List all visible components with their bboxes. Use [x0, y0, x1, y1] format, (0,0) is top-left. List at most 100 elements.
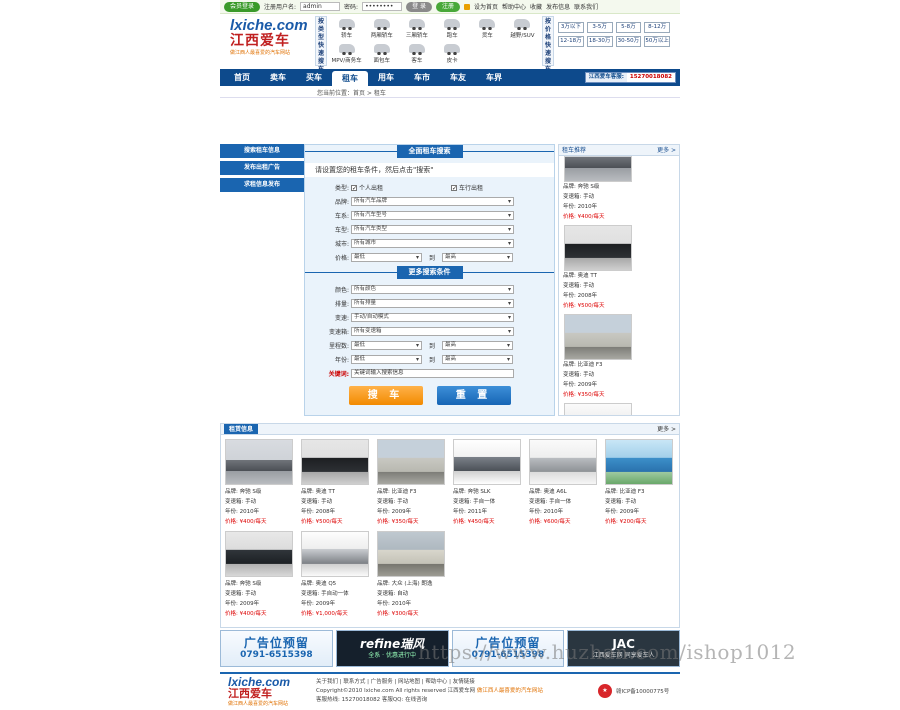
- keyword-input[interactable]: 关键词输入搜索信息: [351, 368, 514, 378]
- car-photo[interactable]: [225, 531, 293, 577]
- nav-sell[interactable]: 卖车: [260, 69, 296, 86]
- type-dealer-checkbox[interactable]: 车行出租: [451, 183, 483, 192]
- search-button[interactable]: 搜 车: [348, 386, 423, 405]
- year-to-select[interactable]: 最高: [442, 354, 513, 364]
- recommend-scroller[interactable]: 品牌: 奔驰 S级 变速箱: 手动 年份: 2010年 价格: ¥400/每天 …: [559, 145, 679, 415]
- car-type-sports[interactable]: 跑车: [435, 16, 470, 41]
- car-type-three-box[interactable]: 三厢轿车: [399, 16, 434, 41]
- mileage-from-select[interactable]: 最低: [351, 340, 422, 350]
- listing-card[interactable]: 品牌: 奥迪 Q5 变速箱: 手自动一体 年份: 2009年 价格: ¥1,00…: [301, 531, 377, 619]
- recommend-item[interactable]: 品牌: 比亚迪 F3 变速箱: 手动 年份: 2009年 价格: ¥350/每天: [563, 314, 679, 400]
- body-select[interactable]: 所有汽车类型: [351, 224, 514, 234]
- price-range-button[interactable]: 5-8万: [615, 22, 642, 33]
- transmission-row: 变速箱: 所有变速箱: [305, 324, 554, 338]
- mileage-to-select[interactable]: 最高: [442, 340, 513, 350]
- car-photo[interactable]: [377, 439, 445, 485]
- car-photo[interactable]: [453, 439, 521, 485]
- car-type-van[interactable]: 面包车: [364, 41, 399, 66]
- price-range-button[interactable]: 8-12万: [644, 22, 670, 33]
- series-select[interactable]: 所有汽车型号: [351, 210, 514, 220]
- car-type-mpv[interactable]: MPV/商务车: [329, 41, 364, 66]
- top-link-homepage[interactable]: 设为首页: [474, 2, 498, 11]
- brand-select[interactable]: 所有汽车品牌: [351, 196, 514, 206]
- price-range-button[interactable]: 12-18万: [558, 36, 584, 47]
- top-link-favorite[interactable]: 收藏: [530, 2, 542, 11]
- form-buttons: 搜 车 重 置: [305, 386, 554, 405]
- car-type-sedan[interactable]: 轿车: [329, 16, 364, 41]
- price-to-select[interactable]: 最高: [442, 252, 513, 262]
- listing-card[interactable]: 品牌: 比亚迪 F3 变速箱: 手动 年份: 2009年 价格: ¥350/每天: [377, 439, 453, 527]
- car-photo[interactable]: [564, 403, 632, 415]
- car-type-bus[interactable]: 客车: [399, 41, 434, 66]
- footer-logo[interactable]: lxiche.com 江西爱车 做江西人最喜爱的汽车网站: [220, 676, 310, 707]
- car-type-truck[interactable]: 货车: [470, 16, 505, 41]
- listing-card[interactable]: 品牌: 奔驰 SLK 变速箱: 手自一体 年份: 2011年 价格: ¥450/…: [453, 439, 529, 527]
- price-range-button[interactable]: 3万以下: [558, 22, 584, 33]
- type-option-label: 车行出租: [459, 184, 484, 192]
- item-year: 年份: 2010年: [563, 204, 598, 210]
- nav-market[interactable]: 车市: [404, 69, 440, 86]
- listing-card[interactable]: 品牌: 大众 (上海) 朗逸 变速箱: 自动 年份: 2010年 价格: ¥30…: [377, 531, 453, 619]
- top-link-publish[interactable]: 发布信息: [546, 2, 570, 11]
- recommend-item[interactable]: 品牌: 奥迪 TT 变速箱: 手动 年份: 2008年 价格: ¥500/每天: [563, 225, 679, 311]
- sidebar-item-search-rent[interactable]: 搜索租车信息: [220, 144, 304, 158]
- username-input[interactable]: admin: [300, 2, 341, 11]
- car-photo[interactable]: [564, 225, 632, 271]
- top-link-contact[interactable]: 联系我们: [574, 2, 598, 11]
- car-photo[interactable]: [605, 439, 673, 485]
- card-year: 年份: 2010年: [529, 509, 564, 515]
- price-range-button[interactable]: 18-30万: [586, 36, 613, 47]
- range-separator: 到: [428, 342, 435, 350]
- price-range-button[interactable]: 50万以上: [644, 36, 670, 47]
- nav-friends[interactable]: 车友: [440, 69, 476, 86]
- car-photo[interactable]: [529, 439, 597, 485]
- nav-use[interactable]: 用车: [368, 69, 404, 86]
- listing-card[interactable]: 品牌: 奥迪 TT 变速箱: 手动 年份: 2008年 价格: ¥500/每天: [301, 439, 377, 527]
- type-personal-checkbox[interactable]: 个人出租: [351, 183, 451, 192]
- car-photo[interactable]: [225, 439, 293, 485]
- displacement-select[interactable]: 所有排量: [351, 298, 514, 308]
- price-range-button[interactable]: 30-50万: [615, 36, 642, 47]
- car-type-hatchback[interactable]: 两厢轿车: [364, 16, 399, 41]
- car-photo[interactable]: [301, 439, 369, 485]
- footer-icp[interactable]: 赣ICP备10000775号: [616, 687, 680, 695]
- price-range-button[interactable]: 3-5万: [586, 22, 613, 33]
- register-button[interactable]: 注册: [436, 1, 461, 12]
- nav-world[interactable]: 车界: [476, 69, 512, 86]
- top-link-help[interactable]: 帮助中心: [502, 2, 526, 11]
- site-logo[interactable]: lxiche.com 江西爱车 做江西人最喜爱的汽车网站: [220, 14, 315, 68]
- password-input[interactable]: ••••••••: [362, 2, 403, 11]
- login-button[interactable]: 登 录: [406, 1, 432, 12]
- listing-grid: 品牌: 奔驰 S级 变速箱: 手动 年份: 2010年 价格: ¥400/每天 …: [221, 435, 679, 619]
- footer-links[interactable]: 关于我们 | 联系方式 | 广告服务 | 网站地图 | 帮助中心 | 友情链接: [316, 678, 598, 687]
- nav-home[interactable]: 首页: [224, 69, 260, 86]
- gearbox-select[interactable]: 手动/自动模式: [351, 312, 514, 322]
- card-gearbox: 变速箱: 手自动一体: [301, 591, 349, 597]
- listing-card[interactable]: 品牌: 奔驰 S级 变速箱: 手动 年份: 2010年 价格: ¥400/每天: [225, 439, 301, 527]
- car-type-suv[interactable]: 越野/SUV: [505, 16, 540, 41]
- recommend-header: 租车推荐 更多 >: [559, 145, 679, 156]
- transmission-select[interactable]: 所有变速箱: [351, 326, 514, 336]
- listing-card[interactable]: 品牌: 奥迪 A6L 变速箱: 手自一体 年份: 2010年 价格: ¥600/…: [529, 439, 605, 527]
- listing-card[interactable]: 品牌: 比亚迪 F3 变速箱: 手动 年份: 2009年 价格: ¥200/每天: [605, 439, 681, 527]
- price-from-select[interactable]: 最低: [351, 252, 422, 262]
- reset-button[interactable]: 重 置: [436, 386, 511, 405]
- car-type-pickup[interactable]: 皮卡: [435, 41, 470, 66]
- color-select[interactable]: 所有颜色: [351, 284, 514, 294]
- year-from-select[interactable]: 最低: [351, 354, 422, 364]
- car-photo[interactable]: [377, 531, 445, 577]
- nav-rent[interactable]: 租车: [332, 71, 368, 86]
- recommend-more-link[interactable]: 更多 >: [657, 145, 676, 155]
- ad-banner[interactable]: 广告位预留 0791-6515398: [220, 630, 333, 667]
- item-gearbox: 变速箱: 手动: [563, 372, 595, 378]
- footer-copyright: Copyright©2010 lxiche.com All rights res…: [316, 687, 476, 694]
- nav-buy[interactable]: 买车: [296, 69, 332, 86]
- listing-card[interactable]: 品牌: 奔驰 S级 变速箱: 手动 年份: 2009年 价格: ¥400/每天: [225, 531, 301, 619]
- listing-more-link[interactable]: 更多 >: [657, 424, 676, 434]
- sidebar-item-publish-rent[interactable]: 发布出租广告: [220, 161, 304, 175]
- car-photo[interactable]: [564, 314, 632, 360]
- sidebar-item-request-rent[interactable]: 求租信息发布: [220, 178, 304, 192]
- city-select[interactable]: 所有城市: [351, 238, 514, 248]
- recommend-item[interactable]: [563, 403, 679, 415]
- car-photo[interactable]: [301, 531, 369, 577]
